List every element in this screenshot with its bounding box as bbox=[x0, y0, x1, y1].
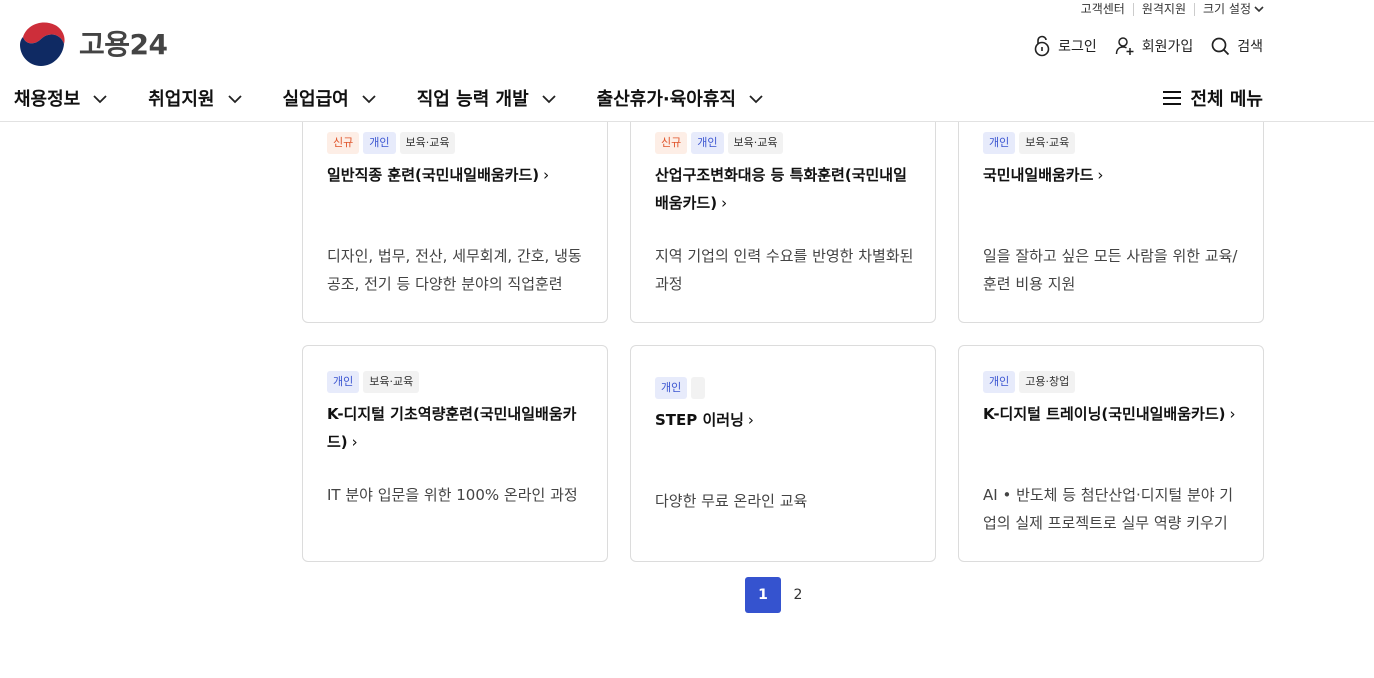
card-tags: 개인 보육·교육 bbox=[983, 132, 1239, 154]
card-title-text: STEP 이러닝 bbox=[655, 411, 744, 429]
card-description: 디자인, 법무, 전산, 세무회계, 간호, 냉동공조, 전기 등 다양한 분야… bbox=[327, 247, 582, 293]
card-tags: 신규 개인 보육·교육 bbox=[327, 132, 583, 154]
service-card[interactable]: 개인 보육·교육 K-디지털 기초역량훈련(국민내일배움카드) › IT 분야 입… bbox=[302, 345, 608, 562]
search-label: 검색 bbox=[1237, 39, 1263, 55]
card-tags: 개인 고용·창업 bbox=[983, 371, 1239, 393]
tag-individual: 개인 bbox=[363, 132, 396, 154]
nav-item-jobs[interactable]: 채용정보 bbox=[14, 85, 108, 111]
service-card[interactable]: 개인 고용·창업 K-디지털 트레이닝(국민내일배움카드) › AI • 반도체 … bbox=[958, 345, 1264, 562]
tag-individual: 개인 bbox=[983, 371, 1016, 393]
card-description: 지역 기업의 인력 수요를 반영한 차별화된 과정 bbox=[655, 247, 914, 293]
tag-new: 신규 bbox=[655, 132, 688, 154]
remote-support-link[interactable]: 원격지원 bbox=[1132, 2, 1194, 16]
search-icon bbox=[1211, 37, 1230, 55]
page-1-button[interactable]: 1 bbox=[745, 577, 781, 613]
signup-label: 회원가입 bbox=[1141, 39, 1194, 55]
card-tags: 개인 보육·교육 bbox=[327, 371, 583, 393]
font-size-label: 크기 설정 bbox=[1203, 1, 1251, 16]
nav-item-vocational-training[interactable]: 직업 능력 개발 bbox=[417, 85, 557, 111]
card-title[interactable]: 국민내일배움카드 › bbox=[983, 161, 1239, 189]
site-header: 고객센터 원격지원 크기 설정 고용24 로그인 회원가입 검색 채용정보 취업 bbox=[0, 0, 1374, 122]
card-title-text: K-디지털 기초역량훈련(국민내일배움카드) bbox=[327, 405, 577, 451]
nav-label: 출산휴가·육아휴직 bbox=[596, 89, 736, 110]
card-tags: 개인 bbox=[655, 377, 911, 399]
chevron-right-icon: › bbox=[1229, 405, 1236, 423]
tag-individual: 개인 bbox=[327, 371, 360, 393]
card-title[interactable]: STEP 이러닝 › bbox=[655, 406, 911, 434]
card-title-text: 일반직종 훈련(국민내일배움카드) bbox=[327, 166, 540, 184]
tag-category: 고용·창업 bbox=[1019, 371, 1076, 393]
utility-links: 고객센터 원격지원 크기 설정 bbox=[1073, 1, 1264, 17]
card-title-text: 국민내일배움카드 bbox=[983, 166, 1094, 184]
card-description: 다양한 무료 온라인 교육 bbox=[655, 492, 808, 510]
hamburger-icon bbox=[1163, 91, 1182, 105]
customer-center-link[interactable]: 고객센터 bbox=[1073, 2, 1133, 16]
tag-individual: 개인 bbox=[983, 132, 1016, 154]
nav-item-employment-support[interactable]: 취업지원 bbox=[148, 85, 242, 111]
tag-new: 신규 bbox=[327, 132, 360, 154]
chevron-right-icon: › bbox=[351, 433, 358, 451]
nav-label: 직업 능력 개발 bbox=[416, 89, 529, 110]
service-card[interactable]: 신규 개인 보육·교육 산업구조변화대응 등 특화훈련(국민내일배움카드) › 지… bbox=[630, 100, 936, 323]
card-description: IT 분야 입문을 위한 100% 온라인 과정 bbox=[327, 486, 578, 504]
pagination: 1 2 bbox=[745, 577, 803, 613]
chevron-down-icon bbox=[1254, 6, 1264, 13]
card-title[interactable]: 산업구조변화대응 등 특화훈련(국민내일배움카드) › bbox=[655, 161, 911, 217]
card-tags: 신규 개인 보육·교육 bbox=[655, 132, 911, 154]
all-menu-button[interactable]: 전체 메뉴 bbox=[1162, 85, 1263, 111]
chevron-down-icon bbox=[362, 95, 376, 104]
tag-empty bbox=[691, 377, 706, 399]
nav-label: 실업급여 bbox=[282, 89, 349, 110]
nav-label: 채용정보 bbox=[14, 89, 81, 110]
all-menu-label: 전체 메뉴 bbox=[1190, 89, 1263, 110]
nav-item-parental-leave[interactable]: 출산휴가·육아휴직 bbox=[597, 85, 764, 111]
login-label: 로그인 bbox=[1058, 39, 1097, 55]
card-description: AI • 반도체 등 첨단산업·디지털 분야 기업의 실제 프로젝트로 실무 역… bbox=[983, 486, 1234, 532]
tag-individual: 개인 bbox=[691, 132, 724, 154]
tag-category: 보육·교육 bbox=[363, 371, 420, 393]
nav-label: 취업지원 bbox=[148, 89, 215, 110]
page-2-button[interactable]: 2 bbox=[793, 577, 803, 613]
card-title[interactable]: 일반직종 훈련(국민내일배움카드) › bbox=[327, 161, 583, 189]
service-card[interactable]: 개인 STEP 이러닝 › 다양한 무료 온라인 교육 bbox=[630, 345, 936, 562]
add-user-icon bbox=[1115, 37, 1134, 55]
chevron-down-icon bbox=[749, 95, 763, 104]
service-card[interactable]: 신규 개인 보육·교육 일반직종 훈련(국민내일배움카드) › 디자인, 법무, … bbox=[302, 100, 608, 323]
chevron-down-icon bbox=[93, 95, 107, 104]
chevron-right-icon: › bbox=[1097, 166, 1104, 184]
account-links: 로그인 회원가입 검색 bbox=[1033, 35, 1263, 57]
nav-item-unemployment-benefit[interactable]: 실업급여 bbox=[283, 85, 377, 111]
site-logo[interactable]: 고용24 bbox=[17, 18, 168, 68]
tag-category: 보육·교육 bbox=[1019, 132, 1076, 154]
tag-category: 보육·교육 bbox=[727, 132, 784, 154]
chevron-down-icon bbox=[542, 95, 556, 104]
chevron-right-icon: › bbox=[543, 166, 550, 184]
main-nav: 채용정보 취업지원 실업급여 직업 능력 개발 출산휴가·육아휴직 bbox=[14, 85, 804, 111]
tag-individual: 개인 bbox=[655, 377, 688, 399]
card-title-text: 산업구조변화대응 등 특화훈련(국민내일배움카드) bbox=[655, 166, 907, 212]
card-title[interactable]: K-디지털 트레이닝(국민내일배움카드) › bbox=[983, 400, 1239, 428]
chevron-right-icon: › bbox=[721, 194, 728, 212]
logo-text: 고용24 bbox=[79, 28, 168, 61]
card-description: 일을 잘하고 싶은 모든 사람을 위한 교육/훈련 비용 지원 bbox=[983, 247, 1238, 293]
lock-icon bbox=[1034, 35, 1050, 57]
card-title-text: K-디지털 트레이닝(국민내일배움카드) bbox=[983, 405, 1226, 423]
font-size-setting[interactable]: 크기 설정 bbox=[1194, 1, 1264, 16]
search-button[interactable]: 검색 bbox=[1211, 36, 1263, 56]
login-link[interactable]: 로그인 bbox=[1033, 35, 1097, 57]
chevron-down-icon bbox=[227, 95, 242, 104]
tag-category: 보육·교육 bbox=[399, 132, 456, 154]
signup-link[interactable]: 회원가입 bbox=[1115, 36, 1194, 56]
card-title[interactable]: K-디지털 기초역량훈련(국민내일배움카드) › bbox=[327, 400, 583, 456]
taegeuk-logo-icon bbox=[18, 19, 66, 67]
service-card[interactable]: 개인 보육·교육 국민내일배움카드 › 일을 잘하고 싶은 모든 사람을 위한 교… bbox=[958, 100, 1264, 323]
chevron-right-icon: › bbox=[747, 411, 754, 429]
